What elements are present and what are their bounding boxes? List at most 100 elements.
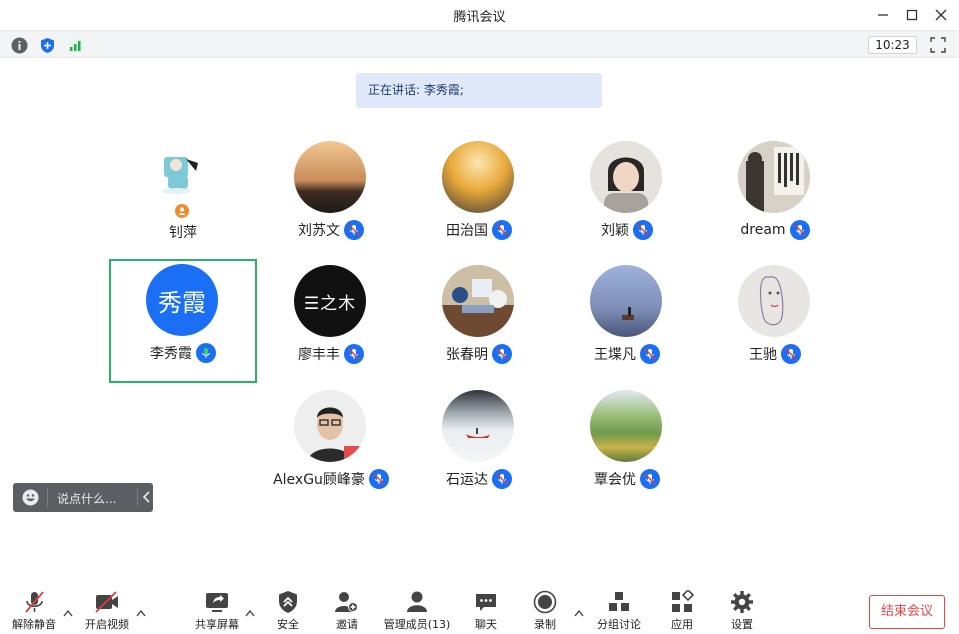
participant-tile[interactable]: 田治国 — [405, 136, 553, 260]
participant-tile[interactable]: 张春明 — [405, 260, 553, 384]
speaking-text: 正在讲话: 李秀霞; — [368, 83, 464, 97]
chat-bubble-icon — [473, 590, 499, 614]
share-screen-icon — [204, 590, 230, 614]
mic-icon[interactable] — [344, 344, 364, 364]
participant-name: 廖丰丰 — [298, 347, 340, 363]
avatar — [442, 265, 514, 337]
gear-icon — [729, 590, 755, 614]
chat-button[interactable]: 聊天 — [456, 590, 516, 634]
divider — [47, 488, 48, 507]
start-video-button[interactable]: 开启视频 — [77, 590, 137, 634]
participant-name: 李秀霞 — [150, 346, 192, 362]
manage-members-label: 管理成员(13) — [383, 618, 451, 631]
participant-tile[interactable]: 覃会优 — [553, 385, 701, 509]
avatar: ☰之木 — [294, 265, 366, 337]
participant-name: 王堞凡 — [594, 347, 636, 363]
user-badge-icon — [175, 203, 189, 222]
avatar — [590, 141, 662, 213]
chat-label: 聊天 — [475, 618, 497, 631]
maximize-button[interactable] — [901, 4, 923, 26]
participant-name: dream — [740, 222, 786, 238]
breakout-button[interactable]: 分组讨论 — [589, 590, 649, 634]
mic-icon[interactable] — [633, 220, 653, 240]
close-button[interactable] — [930, 4, 952, 26]
participant-name-row: 覃会优 — [553, 469, 701, 489]
settings-button[interactable]: 设置 — [712, 590, 772, 634]
breakout-label: 分组讨论 — [597, 618, 641, 631]
end-meeting-button[interactable]: 结束会议 — [869, 595, 945, 629]
bottom-toolbar: 解除静音 开启视频 共享屏幕 安全 邀请 管理成员(13) 聊天 录制 分组讨论… — [0, 580, 959, 634]
maximize-icon — [906, 9, 918, 21]
meeting-clock: 10:23 — [868, 36, 917, 54]
avatar — [590, 390, 662, 462]
participant-name: 田治国 — [446, 223, 488, 239]
participant-tile[interactable]: dream — [701, 136, 849, 260]
participant-tile[interactable]: 王驰 — [701, 260, 849, 384]
participant-name-row: 张春明 — [405, 344, 553, 364]
window-title: 腾讯会议 — [453, 10, 506, 25]
participant-name: 刘苏文 — [298, 223, 340, 239]
participant-tile[interactable]: 王堞凡 — [553, 260, 701, 384]
security-button[interactable]: 安全 — [258, 590, 318, 634]
participant-name: 王驰 — [749, 347, 777, 363]
participant-tile[interactable]: 石运达 — [405, 385, 553, 509]
unmute-button[interactable]: 解除静音 — [4, 590, 64, 634]
participant-tile-active[interactable]: 秀霞 李秀霞 — [109, 259, 257, 383]
participant-tile[interactable]: 刘颖 — [553, 136, 701, 260]
info-icon[interactable] — [10, 36, 28, 54]
record-label: 录制 — [534, 618, 556, 631]
mic-icon[interactable] — [368, 469, 389, 489]
mic-icon[interactable] — [640, 344, 660, 364]
avatar — [294, 141, 366, 213]
invite-button[interactable]: 邀请 — [317, 590, 377, 634]
participant-name-row: 石运达 — [405, 469, 553, 489]
participant-tile[interactable]: AlexGu顾峰豪 — [257, 385, 405, 509]
emoji-icon[interactable] — [22, 489, 39, 506]
mic-active-icon[interactable] — [196, 343, 216, 363]
chat-quick-input[interactable]: 说点什么... — [13, 483, 153, 512]
participant-name-row: 田治国 — [405, 220, 553, 240]
apps-grid-icon — [669, 590, 695, 614]
avatar — [442, 141, 514, 213]
close-icon — [935, 9, 947, 21]
signal-icon[interactable] — [66, 36, 84, 54]
participant-name-row: 李秀霞 — [111, 343, 255, 363]
mic-icon[interactable] — [781, 344, 801, 364]
participant-name-row: 廖丰丰 — [257, 344, 405, 364]
avatar — [294, 390, 366, 462]
divider — [137, 488, 138, 507]
mic-icon[interactable] — [344, 220, 364, 240]
record-button[interactable]: 录制 — [515, 590, 575, 634]
chevron-up-icon[interactable] — [136, 602, 146, 617]
participant-name: 钊萍 — [169, 225, 197, 241]
apps-button[interactable]: 应用 — [652, 590, 712, 634]
mic-icon[interactable] — [492, 220, 512, 240]
share-screen-button[interactable]: 共享屏幕 — [187, 590, 247, 634]
chevron-up-icon[interactable] — [245, 602, 255, 617]
manage-members-button[interactable]: 管理成员(13) — [380, 590, 454, 634]
avatar — [738, 141, 810, 213]
apps-label: 应用 — [671, 618, 693, 631]
participant-name-row: 王堞凡 — [553, 344, 701, 364]
participant-tile[interactable]: 钊萍 — [109, 136, 257, 260]
chevron-up-icon[interactable] — [574, 602, 584, 617]
mic-icon[interactable] — [492, 344, 512, 364]
mic-icon[interactable] — [640, 469, 660, 489]
avatar-initials: ☰之木 — [303, 293, 357, 314]
fullscreen-icon[interactable] — [929, 36, 947, 54]
shield-icon[interactable] — [38, 36, 56, 54]
title-bar: 腾讯会议 — [0, 0, 959, 30]
participant-name: AlexGu顾峰豪 — [273, 472, 365, 488]
chevron-left-icon[interactable] — [142, 491, 152, 503]
mic-icon[interactable] — [492, 469, 512, 489]
mic-icon[interactable] — [789, 220, 810, 240]
chevron-up-icon[interactable] — [63, 602, 73, 617]
security-label: 安全 — [277, 618, 299, 631]
participant-name: 覃会优 — [594, 472, 636, 488]
participant-tile[interactable]: ☰之木 廖丰丰 — [257, 260, 405, 384]
camera-off-icon — [94, 590, 120, 614]
members-icon — [404, 590, 430, 614]
participant-tile[interactable]: 刘苏文 — [257, 136, 405, 260]
minimize-button[interactable] — [872, 4, 894, 26]
avatar: 秀霞 — [146, 264, 218, 336]
